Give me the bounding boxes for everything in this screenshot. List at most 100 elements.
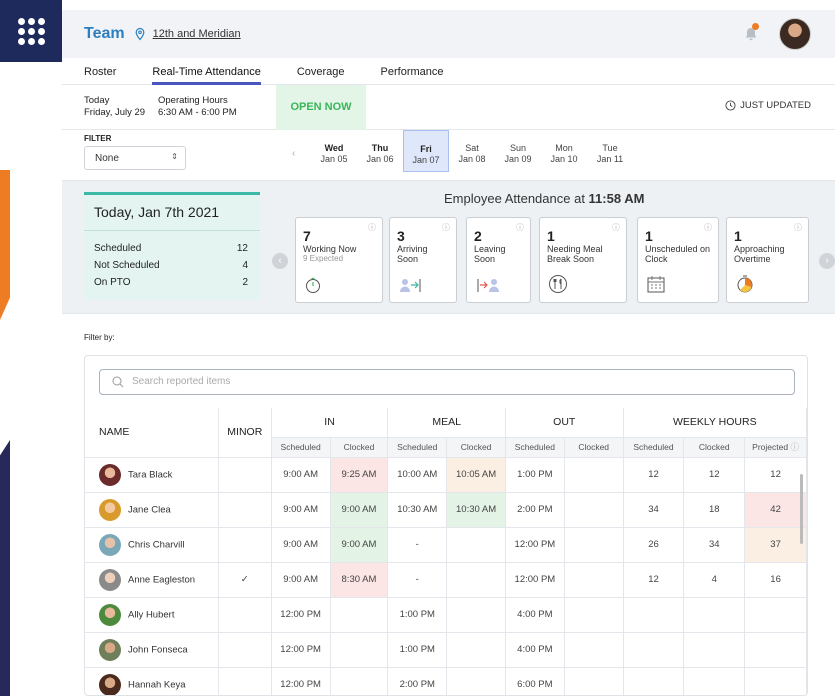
table-cell: [744, 667, 807, 695]
table-cell: [564, 597, 624, 633]
day-sun[interactable]: Sun Jan 09: [495, 130, 541, 172]
day-sat[interactable]: Sat Jan 08: [449, 130, 495, 172]
col-name[interactable]: NAME: [85, 408, 219, 458]
col-out-scheduled[interactable]: Scheduled: [505, 437, 565, 458]
summary-card: Today, Jan 7th 2021 Scheduled 12 Not Sche…: [84, 192, 260, 300]
summary-row-scheduled: Scheduled 12: [84, 240, 260, 257]
col-group-meal: MEAL: [387, 408, 506, 438]
label-text: Jan 09: [504, 154, 532, 164]
table-cell: [218, 457, 272, 493]
table-cell: [744, 632, 807, 668]
search-input[interactable]: Search reported items: [99, 369, 795, 395]
table-cell: [446, 632, 506, 668]
table-cell: [218, 597, 272, 633]
label-text: Sat: [465, 143, 479, 153]
label-text: Tue: [602, 143, 618, 153]
days-prev-icon[interactable]: ‹: [292, 148, 295, 159]
card-working-now[interactable]: ⓘ 7 Working Now 9 Expected: [295, 217, 383, 303]
table-cell: 12:00 PM: [271, 632, 331, 668]
carousel-prev-button[interactable]: ‹: [272, 253, 288, 269]
employee-name: Ally Hubert: [128, 609, 175, 621]
card-unscheduled-on-clock[interactable]: ⓘ 1 Unscheduled on Clock: [637, 217, 719, 303]
day-mon[interactable]: Mon Jan 10: [541, 130, 587, 172]
table-cell: 10:00 AM: [387, 457, 448, 493]
table-cell: 18: [683, 492, 746, 528]
table-cell: 1:00 PM: [387, 597, 448, 633]
col-in-scheduled[interactable]: Scheduled: [271, 437, 331, 458]
table-row[interactable]: Hannah Keya 12:00 PM 2:00 PM 6:00 PM: [85, 667, 807, 695]
stopwatch-icon: [306, 277, 320, 293]
employee-name: Hannah Keya: [128, 679, 186, 691]
col-weekly-scheduled[interactable]: Scheduled: [623, 437, 685, 458]
table-cell: [446, 562, 506, 598]
app-launcher-icon[interactable]: [0, 0, 62, 62]
info-icon[interactable]: ⓘ: [794, 222, 802, 233]
table-cell: 10:30 AM: [387, 492, 448, 528]
table-row[interactable]: John Fonseca 12:00 PM 1:00 PM 4:00 PM: [85, 632, 807, 668]
col-meal-clocked[interactable]: Clocked: [446, 437, 506, 458]
card-arriving-soon[interactable]: ⓘ 3 Arriving Soon: [389, 217, 457, 303]
filter-by-label: Filter by:: [84, 333, 115, 342]
employee-name: John Fonseca: [128, 644, 188, 656]
col-weekly-clocked[interactable]: Clocked: [683, 437, 746, 458]
avatar: [99, 673, 121, 695]
day-tue[interactable]: Tue Jan 11: [587, 130, 633, 172]
table-cell: [218, 667, 272, 695]
tab-real-time-attendance[interactable]: Real-Time Attendance: [152, 58, 262, 85]
info-icon[interactable]: ⓘ: [516, 222, 524, 233]
table-row[interactable]: Tara Black 9:00 AM 9:25 AM 10:00 AM 10:0…: [85, 457, 807, 493]
table-cell: [683, 667, 746, 695]
table-cell: [623, 632, 685, 668]
label-text: Jan 10: [550, 154, 578, 164]
info-icon[interactable]: ⓘ: [368, 222, 376, 233]
table-row[interactable]: Anne Eagleston ✓ 9:00 AM 8:30 AM - 12:00…: [85, 562, 807, 598]
col-out-clocked[interactable]: Clocked: [564, 437, 624, 458]
col-meal-scheduled[interactable]: Scheduled: [387, 437, 448, 458]
table-row[interactable]: Ally Hubert 12:00 PM 1:00 PM 4:00 PM: [85, 597, 807, 633]
label-text: Approaching Overtime: [734, 244, 785, 264]
day-fri[interactable]: Fri Jan 07: [403, 130, 449, 172]
tab-roster[interactable]: Roster: [84, 58, 116, 85]
card-meal-break[interactable]: ⓘ 1 Needing Meal Break Soon: [539, 217, 627, 303]
day-thu[interactable]: Thu Jan 06: [357, 130, 403, 172]
table-cell: 12: [623, 562, 685, 598]
label-text: Mon: [555, 143, 573, 153]
table-cell: 6:00 PM: [505, 667, 565, 695]
overtime-timer-icon: [737, 275, 753, 293]
table-cell: 12:00 PM: [271, 667, 331, 695]
info-icon[interactable]: ⓘ: [790, 442, 799, 452]
label-text: Sun: [509, 143, 526, 153]
table-row[interactable]: Jane Clea 9:00 AM 9:00 AM 10:30 AM 10:30…: [85, 492, 807, 528]
user-avatar[interactable]: [779, 18, 811, 50]
today-date: Friday, July 29: [84, 107, 146, 118]
info-icon[interactable]: ⓘ: [442, 222, 450, 233]
table-row[interactable]: Chris Charvill 9:00 AM 9:00 AM - 12:00 P…: [85, 527, 807, 563]
filter-label: FILTER: [84, 134, 112, 143]
tab-coverage[interactable]: Coverage: [297, 58, 345, 85]
table-cell: [564, 562, 624, 598]
col-minor[interactable]: MINOR: [218, 408, 272, 458]
table-cell: 10:05 AM: [446, 457, 506, 493]
label-text: 1: [734, 228, 742, 244]
day-wed[interactable]: Wed Jan 05: [311, 130, 357, 172]
minor-check: ✓: [218, 562, 272, 598]
summary-row-on-pto: On PTO 2: [84, 274, 260, 291]
card-approaching-overtime[interactable]: ⓘ 1 Approaching Overtime: [726, 217, 809, 303]
avatar: [99, 603, 121, 626]
table-cell: [218, 492, 272, 528]
table-scrollbar[interactable]: [800, 474, 803, 544]
carousel-next-button[interactable]: ›: [819, 253, 835, 269]
label-text: 9 Expected: [303, 254, 344, 263]
tab-performance[interactable]: Performance: [381, 58, 444, 85]
table-cell: -: [387, 562, 448, 598]
info-icon[interactable]: ⓘ: [704, 222, 712, 233]
card-leaving-soon[interactable]: ⓘ 2 Leaving Soon: [466, 217, 531, 303]
col-weekly-projected[interactable]: Projected ⓘ: [744, 437, 807, 458]
table-cell: 12:00 PM: [505, 562, 565, 598]
col-in-clocked[interactable]: Clocked: [330, 437, 389, 458]
info-icon[interactable]: ⓘ: [612, 222, 620, 233]
label-text: 2: [242, 277, 248, 288]
location-link[interactable]: 12th and Meridian: [153, 28, 241, 40]
table-cell: 4: [683, 562, 746, 598]
filter-select[interactable]: None ⇕: [84, 146, 186, 170]
